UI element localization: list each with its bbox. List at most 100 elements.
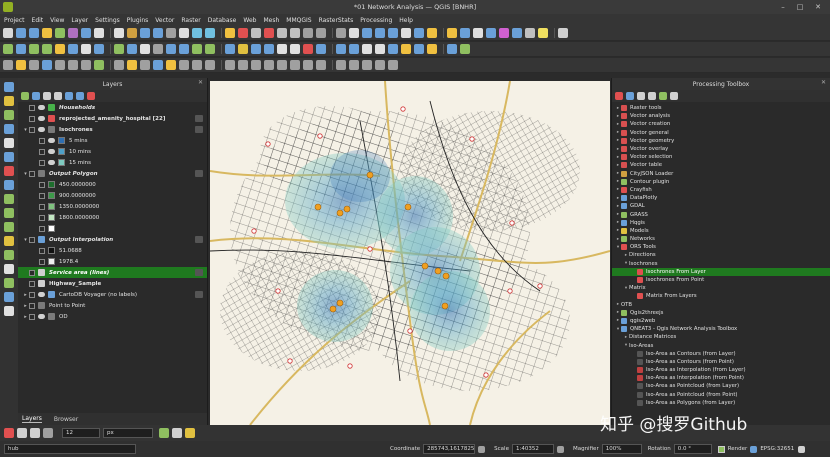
advanced-tool-10-icon[interactable] xyxy=(140,60,150,70)
data-source-2-icon[interactable] xyxy=(4,110,14,120)
digitize-tool-3-icon[interactable] xyxy=(42,44,52,54)
file-tool-11-icon[interactable] xyxy=(153,28,163,38)
layer-row[interactable]: 1350.0000000 xyxy=(18,201,207,212)
layer-row[interactable]: ▸ OD xyxy=(18,311,207,322)
menu-item-database[interactable]: Database xyxy=(208,17,237,24)
render-checkbox[interactable] xyxy=(717,445,725,453)
layer-row[interactable]: Highway_Sample xyxy=(18,278,207,289)
advanced-tool-4-icon[interactable] xyxy=(55,60,65,70)
digitize-tool-27-icon[interactable] xyxy=(375,44,385,54)
file-tool-21-icon[interactable] xyxy=(290,28,300,38)
layer-row[interactable]: Service area (lines) xyxy=(18,267,207,278)
expand-arrow-icon[interactable]: ▾ xyxy=(22,237,29,243)
menu-item-layer[interactable]: Layer xyxy=(71,17,88,24)
digitize-tool-31-icon[interactable] xyxy=(427,44,437,54)
file-tool-39-icon[interactable] xyxy=(538,28,548,38)
processing-tree-item[interactable]: ▸ Raster tools xyxy=(612,104,830,112)
menu-item-settings[interactable]: Settings xyxy=(95,17,120,24)
processing-tree-item[interactable]: Iso-Area as Contours (from Layer) xyxy=(612,350,830,358)
add-group-icon[interactable] xyxy=(32,92,40,100)
menu-item-mesh[interactable]: Mesh xyxy=(263,17,279,24)
visibility-checkbox[interactable] xyxy=(39,148,45,155)
data-source-5-icon[interactable] xyxy=(4,152,14,162)
data-source-6-icon[interactable] xyxy=(4,166,14,176)
advanced-tool-9-icon[interactable] xyxy=(127,60,137,70)
advanced-tool-0-icon[interactable] xyxy=(3,60,13,70)
file-tool-14-icon[interactable] xyxy=(192,28,202,38)
visibility-checkbox[interactable] xyxy=(39,203,45,210)
filter-icon[interactable] xyxy=(54,92,62,100)
menu-item-processing[interactable]: Processing xyxy=(360,17,392,24)
advanced-tool-7-icon[interactable] xyxy=(94,60,104,70)
file-tool-22-icon[interactable] xyxy=(303,28,313,38)
digitize-tool-13-icon[interactable] xyxy=(179,44,189,54)
layer-row[interactable]: 10 mins xyxy=(18,146,207,157)
edit-features-icon[interactable] xyxy=(659,92,667,100)
processing-tree-item[interactable]: Iso-Area as Pointcloud (from Layer) xyxy=(612,382,830,390)
file-tool-3-icon[interactable] xyxy=(42,28,52,38)
remove-layer-icon[interactable] xyxy=(87,92,95,100)
file-tool-25-icon[interactable] xyxy=(349,28,359,38)
tab-browser[interactable]: Browser xyxy=(54,416,78,423)
menu-item-web[interactable]: Web xyxy=(243,17,256,24)
layer-row[interactable]: 900.0000000 xyxy=(18,190,207,201)
digitize-tool-23-icon[interactable] xyxy=(316,44,326,54)
layer-row[interactable]: ▾ Output Polygon xyxy=(18,168,207,179)
processing-tree-item[interactable]: ▸ Vector table xyxy=(612,161,830,169)
file-tool-40-icon[interactable] xyxy=(558,28,568,38)
data-source-9-icon[interactable] xyxy=(4,208,14,218)
processing-tree-item[interactable]: Iso-Area as Interpolation (from Point) xyxy=(612,374,830,382)
data-source-13-icon[interactable] xyxy=(4,264,14,274)
processing-tree-item[interactable]: ▸ Crayfish xyxy=(612,186,830,194)
snap-units-select[interactable]: px xyxy=(103,428,153,438)
visibility-checkbox[interactable] xyxy=(39,159,45,166)
advanced-tool-1-icon[interactable] xyxy=(16,60,26,70)
file-tool-16-icon[interactable] xyxy=(225,28,235,38)
layer-row[interactable]: 450.0000000 xyxy=(18,179,207,190)
collapse-all-icon[interactable] xyxy=(76,92,84,100)
digitize-tool-25-icon[interactable] xyxy=(349,44,359,54)
locator-search-input[interactable]: hub xyxy=(4,444,136,454)
digitize-tool-11-icon[interactable] xyxy=(153,44,163,54)
layer-indicator-icon[interactable] xyxy=(195,126,203,133)
expand-arrow-icon[interactable]: ▸ xyxy=(22,303,29,309)
digitize-tool-22-icon[interactable] xyxy=(303,44,313,54)
digitize-tool-15-icon[interactable] xyxy=(205,44,215,54)
close-panel-icon[interactable]: ✕ xyxy=(821,79,826,86)
file-tool-33-icon[interactable] xyxy=(460,28,470,38)
data-source-0-icon[interactable] xyxy=(4,82,14,92)
processing-tree-item[interactable]: Isochrones From Point xyxy=(612,276,830,284)
digitize-tool-30-icon[interactable] xyxy=(414,44,424,54)
digitize-tool-21-icon[interactable] xyxy=(290,44,300,54)
file-tool-8-icon[interactable] xyxy=(114,28,124,38)
digitize-tool-8-icon[interactable] xyxy=(114,44,124,54)
advanced-tool-2-icon[interactable] xyxy=(29,60,39,70)
layer-indicator-icon[interactable] xyxy=(195,236,203,243)
digitize-tool-20-icon[interactable] xyxy=(277,44,287,54)
processing-tree-item[interactable]: ▸ Vector geometry xyxy=(612,137,830,145)
file-tool-28-icon[interactable] xyxy=(388,28,398,38)
layer-row[interactable]: 15 mins xyxy=(18,157,207,168)
advanced-tool-8-icon[interactable] xyxy=(114,60,124,70)
magnifier-field[interactable]: 100% xyxy=(601,444,642,454)
digitize-tool-18-icon[interactable] xyxy=(251,44,261,54)
processing-tree-item[interactable]: Iso-Area as Pointcloud (from Point) xyxy=(612,391,830,399)
file-tool-5-icon[interactable] xyxy=(68,28,78,38)
layer-row[interactable]: Households xyxy=(18,102,207,113)
file-tool-35-icon[interactable] xyxy=(486,28,496,38)
data-source-8-icon[interactable] xyxy=(4,194,14,204)
visibility-checkbox[interactable] xyxy=(39,192,45,199)
processing-tree-item[interactable]: ▸ Hqgis xyxy=(612,219,830,227)
processing-tree-item[interactable]: ▸ GDAL xyxy=(612,202,830,210)
digitize-tool-16-icon[interactable] xyxy=(225,44,235,54)
advanced-tool-11-icon[interactable] xyxy=(153,60,163,70)
digitize-tool-28-icon[interactable] xyxy=(388,44,398,54)
visibility-checkbox[interactable] xyxy=(29,302,35,309)
advanced-tool-19-icon[interactable] xyxy=(264,60,274,70)
file-tool-4-icon[interactable] xyxy=(55,28,65,38)
processing-tree-item[interactable]: Isochrones From Layer xyxy=(612,267,830,276)
processing-tree-item[interactable]: ▸ Qgis2threejs xyxy=(612,309,830,317)
processing-tree-item[interactable]: ▸ GRASS xyxy=(612,210,830,218)
menu-item-edit[interactable]: Edit xyxy=(32,17,44,24)
menu-item-help[interactable]: Help xyxy=(399,17,413,24)
